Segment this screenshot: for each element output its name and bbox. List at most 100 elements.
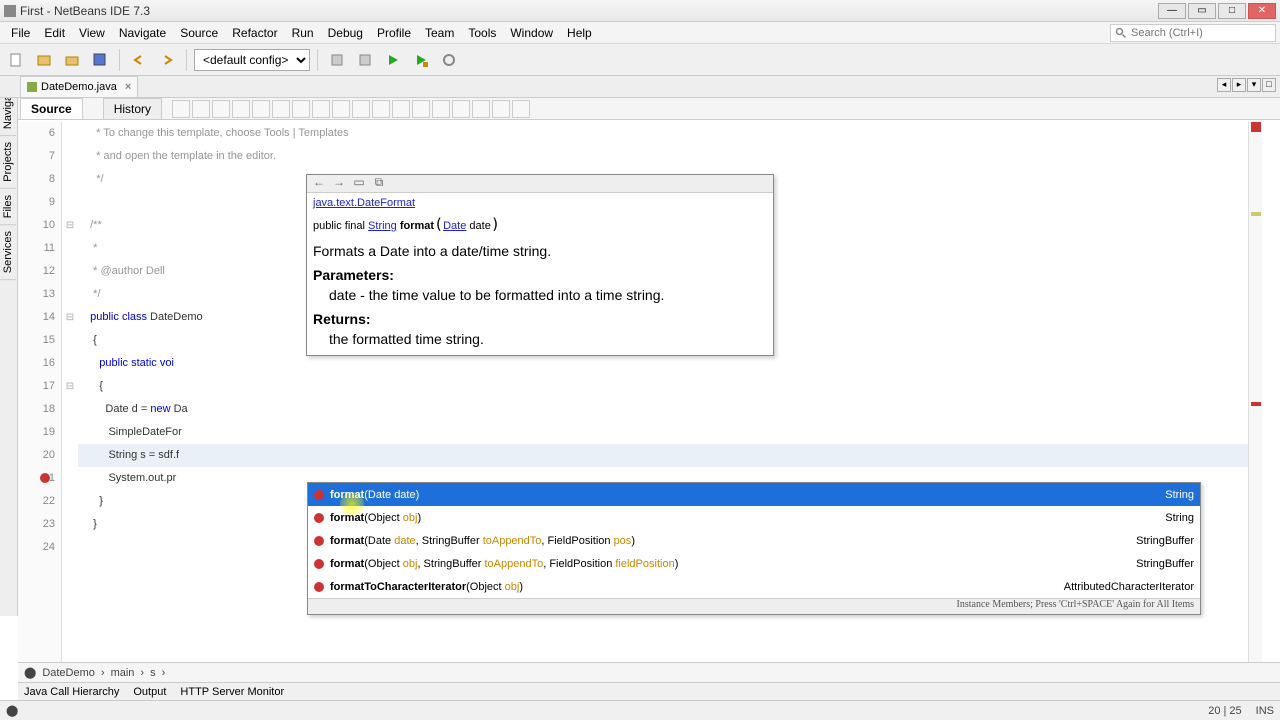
tab-output[interactable]: Output xyxy=(133,686,166,698)
javadoc-class-link[interactable]: java.text.DateFormat xyxy=(313,197,415,209)
javadoc-returns-text: the formatted time string. xyxy=(329,331,767,347)
debug-button[interactable] xyxy=(409,48,433,72)
ed-tool-17[interactable] xyxy=(492,100,510,118)
sidebar-tab-files[interactable]: Files xyxy=(0,189,16,225)
jdoc-fwd-icon[interactable]: → xyxy=(331,175,347,189)
editor-toolbar xyxy=(172,98,530,119)
search-input[interactable] xyxy=(1131,27,1271,39)
redo-button[interactable] xyxy=(155,48,179,72)
tab-http-monitor[interactable]: HTTP Server Monitor xyxy=(180,686,284,698)
menu-source[interactable]: Source xyxy=(173,23,225,43)
jdoc-back-icon[interactable]: ← xyxy=(311,175,327,189)
breadcrumb-var[interactable]: s xyxy=(150,667,156,679)
ed-tool-2[interactable] xyxy=(192,100,210,118)
run-button[interactable] xyxy=(381,48,405,72)
jdoc-ext-icon[interactable]: ▭ xyxy=(351,175,367,189)
ed-tool-4[interactable] xyxy=(232,100,250,118)
ed-tool-13[interactable] xyxy=(412,100,430,118)
restore-button[interactable]: ▭ xyxy=(1188,3,1216,19)
file-tab-label: DateDemo.java xyxy=(41,81,117,93)
menu-help[interactable]: Help xyxy=(560,23,599,43)
breadcrumb-class[interactable]: DateDemo xyxy=(42,667,95,679)
search-icon xyxy=(1115,27,1127,39)
sidebar-tab-projects[interactable]: Projects xyxy=(0,136,16,189)
menu-navigate[interactable]: Navigate xyxy=(112,23,173,43)
app-icon xyxy=(4,5,16,17)
new-project-button[interactable] xyxy=(32,48,56,72)
ed-tool-12[interactable] xyxy=(392,100,410,118)
method-icon xyxy=(314,582,324,592)
menu-profile[interactable]: Profile xyxy=(370,23,418,43)
tab-list-button[interactable]: ▾ xyxy=(1247,78,1261,92)
open-project-button[interactable] xyxy=(60,48,84,72)
config-dropdown[interactable]: <default config> xyxy=(194,49,310,71)
tab-right-button[interactable]: ▸ xyxy=(1232,78,1246,92)
undo-button[interactable] xyxy=(127,48,151,72)
completion-popup[interactable]: format(Date date) String format(Object o… xyxy=(307,482,1201,615)
menu-edit[interactable]: Edit xyxy=(37,23,72,43)
tab-max-button[interactable]: □ xyxy=(1262,78,1276,92)
menu-tools[interactable]: Tools xyxy=(461,23,503,43)
completion-item[interactable]: format(Date date) String xyxy=(308,483,1200,506)
ed-tool-9[interactable] xyxy=(332,100,350,118)
close-tab-icon[interactable]: × xyxy=(125,81,131,93)
completion-item[interactable]: formatToCharacterIterator(Object obj) At… xyxy=(308,575,1200,598)
ed-tool-14[interactable] xyxy=(432,100,450,118)
sidebar-tab-services[interactable]: Services xyxy=(0,225,16,280)
completion-item[interactable]: format(Object obj) String xyxy=(308,506,1200,529)
ed-tool-15[interactable] xyxy=(452,100,470,118)
warning-marker[interactable] xyxy=(1251,212,1261,216)
status-bar: ⬤ 20 | 25 INS xyxy=(0,700,1280,720)
error-icon xyxy=(40,473,50,483)
menu-file[interactable]: File xyxy=(4,23,37,43)
profile-button[interactable] xyxy=(437,48,461,72)
ed-tool-5[interactable] xyxy=(252,100,270,118)
tab-history[interactable]: History xyxy=(103,98,162,119)
close-button[interactable]: ✕ xyxy=(1248,3,1276,19)
javadoc-popup: ← → ▭ ⧉ java.text.DateFormat public fina… xyxy=(306,174,774,356)
maximize-button[interactable]: □ xyxy=(1218,3,1246,19)
left-sidebar: Navigator Projects Files Services xyxy=(0,76,18,616)
java-file-icon xyxy=(27,82,37,92)
method-icon xyxy=(314,513,324,523)
tab-call-hierarchy[interactable]: Java Call Hierarchy xyxy=(24,686,119,698)
menu-debug[interactable]: Debug xyxy=(321,23,370,43)
status-position: 20 | 25 xyxy=(1208,705,1241,717)
menu-view[interactable]: View xyxy=(72,23,112,43)
ed-tool-3[interactable] xyxy=(212,100,230,118)
ed-tool-16[interactable] xyxy=(472,100,490,118)
menu-team[interactable]: Team xyxy=(418,23,461,43)
tab-source[interactable]: Source xyxy=(20,98,83,119)
completion-item[interactable]: format(Object obj, StringBuffer toAppend… xyxy=(308,552,1200,575)
file-tab-datedemo[interactable]: DateDemo.java × xyxy=(20,76,138,97)
error-marker[interactable] xyxy=(1251,122,1261,132)
jdoc-browser-icon[interactable]: ⧉ xyxy=(371,175,387,189)
menu-refactor[interactable]: Refactor xyxy=(225,23,284,43)
ed-tool-10[interactable] xyxy=(352,100,370,118)
javadoc-returns-heading: Returns: xyxy=(313,311,767,327)
quick-search[interactable] xyxy=(1110,24,1276,42)
ed-tool-11[interactable] xyxy=(372,100,390,118)
overview-ruler[interactable] xyxy=(1248,122,1262,662)
clean-build-button[interactable] xyxy=(353,48,377,72)
title-bar: First - NetBeans IDE 7.3 — ▭ □ ✕ xyxy=(0,0,1280,22)
minimize-button[interactable]: — xyxy=(1158,3,1186,19)
javadoc-param-text: date - the time value to be formatted in… xyxy=(329,287,767,303)
breadcrumb-method[interactable]: main xyxy=(111,667,135,679)
error-marker[interactable] xyxy=(1251,402,1261,406)
menu-window[interactable]: Window xyxy=(503,23,560,43)
ed-tool-1[interactable] xyxy=(172,100,190,118)
new-file-button[interactable] xyxy=(4,48,28,72)
menu-run[interactable]: Run xyxy=(285,23,321,43)
ed-tool-18[interactable] xyxy=(512,100,530,118)
breadcrumb-bar: ⬤ DateDemo› main› s› xyxy=(18,662,1280,682)
ed-tool-7[interactable] xyxy=(292,100,310,118)
completion-item[interactable]: format(Date date, StringBuffer toAppendT… xyxy=(308,529,1200,552)
save-all-button[interactable] xyxy=(88,48,112,72)
status-ins: INS xyxy=(1256,705,1274,717)
ed-tool-6[interactable] xyxy=(272,100,290,118)
tab-left-button[interactable]: ◂ xyxy=(1217,78,1231,92)
output-tabs: Java Call Hierarchy Output HTTP Server M… xyxy=(18,682,1280,700)
ed-tool-8[interactable] xyxy=(312,100,330,118)
build-button[interactable] xyxy=(325,48,349,72)
